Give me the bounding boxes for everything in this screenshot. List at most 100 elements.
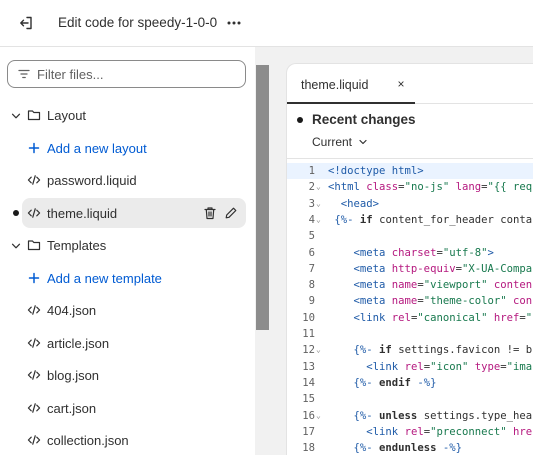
code-line[interactable]: 14 {%- endif -%} [287, 375, 533, 391]
code-text: <meta charset="utf-8"> [353, 246, 494, 259]
rename-file-button[interactable] [223, 205, 239, 221]
code-line[interactable]: 1 <!doctype html> [287, 163, 533, 180]
line-number: 17 [302, 425, 315, 438]
change-dot [297, 116, 303, 123]
page-title: Edit code for speedy-1-0-0 [58, 15, 218, 30]
sidebar-scrollbar[interactable] [255, 46, 270, 455]
line-number: 4 [308, 213, 315, 226]
line-number: 14 [302, 376, 315, 389]
line-number: 18 [302, 442, 315, 455]
code-line[interactable]: 13 <link rel="icon" type="ima [287, 359, 533, 375]
line-number: 7 [308, 262, 315, 275]
code-text: <link rel="preconnect" hre [366, 425, 533, 438]
code-text: {%- unless settings.type_hea [353, 409, 533, 422]
folder-layout[interactable]: Layout [0, 99, 255, 132]
code-line[interactable]: 5 [287, 228, 533, 244]
chevron-down-icon[interactable] [10, 240, 22, 252]
file-cart-json[interactable]: cart.json [0, 392, 255, 425]
code-text: <link rel="icon" type="ima [366, 360, 533, 373]
line-number: 13 [302, 360, 315, 373]
code-text: <!doctype html> [328, 165, 424, 177]
fold-chevron-icon[interactable]: ⌄ [316, 212, 324, 228]
add-new-layout-link[interactable]: Add a new layout [0, 132, 255, 165]
code-content[interactable]: 1 <!doctype html> 2 ⌄ <html class="no-js" la… [287, 158, 533, 455]
folder-icon [27, 108, 41, 122]
tab-theme-liquid[interactable]: theme.liquid × [287, 64, 415, 104]
line-number: 3 [308, 197, 315, 210]
code-line[interactable]: 12 ⌄ {%- if settings.favicon != b [287, 342, 533, 358]
code-line[interactable]: 15 [287, 391, 533, 407]
line-number: 10 [302, 311, 315, 324]
pencil-icon [225, 207, 237, 218]
file-label: password.liquid [47, 173, 137, 188]
filter-files-input[interactable] [37, 66, 237, 82]
line-number: 1 [308, 165, 315, 177]
delete-file-button[interactable] [202, 205, 218, 221]
close-tab-icon[interactable]: × [395, 77, 407, 91]
file-tree: Layout Add a new layout password.liquid … [0, 99, 255, 455]
file-label: theme.liquid [47, 205, 118, 221]
exit-button[interactable] [14, 11, 38, 35]
code-text: <meta name="theme-color" con [353, 295, 533, 308]
plus-icon [27, 141, 41, 155]
filter-box[interactable] [7, 60, 246, 88]
more-actions-button[interactable] [222, 11, 246, 35]
file-blog-json[interactable]: blog.json [0, 359, 255, 392]
code-line[interactable]: 17 <link rel="preconnect" hre [287, 424, 533, 440]
file-404-json[interactable]: 404.json [0, 294, 255, 327]
code-icon [27, 303, 41, 317]
version-select[interactable]: Current [312, 135, 368, 149]
line-number: 16 [302, 409, 315, 422]
editor-tab-bar: theme.liquid × [287, 64, 533, 104]
file-label: cart.json [47, 400, 97, 416]
file-collection-json[interactable]: collection.json [0, 424, 255, 455]
fold-chevron-icon[interactable]: ⌄ [316, 196, 324, 212]
file-label: 404.json [47, 303, 97, 318]
code-line[interactable]: 10 <link rel="canonical" href=" [287, 310, 533, 326]
code-line[interactable]: 16 ⌄ {%- unless settings.type_hea [287, 408, 533, 424]
folder-templates[interactable]: Templates [0, 229, 255, 262]
file-theme-liquid[interactable]: theme.liquid [0, 197, 255, 230]
code-line[interactable]: 6 <meta charset="utf-8"> [287, 245, 533, 261]
code-icon [27, 401, 41, 415]
code-text: <meta name="viewport" conten [353, 279, 533, 292]
code-icon [27, 206, 41, 220]
file-password-liquid[interactable]: password.liquid [0, 164, 255, 197]
top-bar: Edit code for speedy-1-0-0 [0, 0, 533, 46]
line-number: 11 [302, 328, 315, 340]
add-link-label: Add a new layout [47, 140, 147, 156]
code-line[interactable]: 11 [287, 326, 533, 342]
plus-icon [27, 271, 41, 285]
code-line[interactable]: 2 ⌄ <html class="no-js" lang="{{ req [287, 179, 533, 195]
line-number: 9 [308, 295, 315, 308]
line-number: 8 [308, 279, 315, 292]
folder-label: Templates [47, 238, 107, 253]
code-line[interactable]: 8 <meta name="viewport" conten [287, 277, 533, 293]
code-text: {%- endunless -%} [353, 442, 462, 455]
add-link-label: Add a new template [47, 270, 162, 286]
code-line[interactable]: 7 <meta http-equiv="X-UA-Compa [287, 261, 533, 277]
filter-icon [17, 67, 31, 81]
code-text: {%- if settings.favicon != b [353, 344, 533, 357]
code-line[interactable]: 3 ⌄ <head> [287, 196, 533, 212]
file-article-json[interactable]: article.json [0, 327, 255, 360]
trash-icon [204, 206, 216, 219]
fold-chevron-icon[interactable]: ⌄ [316, 342, 324, 358]
fold-chevron-icon[interactable]: ⌄ [316, 179, 324, 195]
exit-icon [20, 16, 32, 30]
scrollbar-thumb[interactable] [256, 65, 269, 330]
add-new-template-link[interactable]: Add a new template [0, 262, 255, 295]
code-line[interactable]: 9 <meta name="theme-color" con [287, 293, 533, 309]
code-line[interactable]: 4 ⌄ {%- if content_for_header conta [287, 212, 533, 228]
fold-chevron-icon[interactable]: ⌄ [316, 408, 324, 424]
file-label: collection.json [47, 433, 129, 448]
code-line[interactable]: 18 {%- endunless -%} [287, 440, 533, 455]
chevron-down-icon[interactable] [10, 110, 22, 122]
code-text: {%- endif -%} [353, 376, 437, 389]
file-label: blog.json [47, 368, 100, 383]
editor-area: theme.liquid × Recent changes Current 1 <… [270, 46, 533, 455]
folder-label: Layout [47, 108, 87, 123]
recent-changes-label: Recent changes [312, 112, 416, 127]
tab-label: theme.liquid [301, 78, 369, 92]
code-text: <link rel="canonical" href=" [353, 311, 533, 324]
